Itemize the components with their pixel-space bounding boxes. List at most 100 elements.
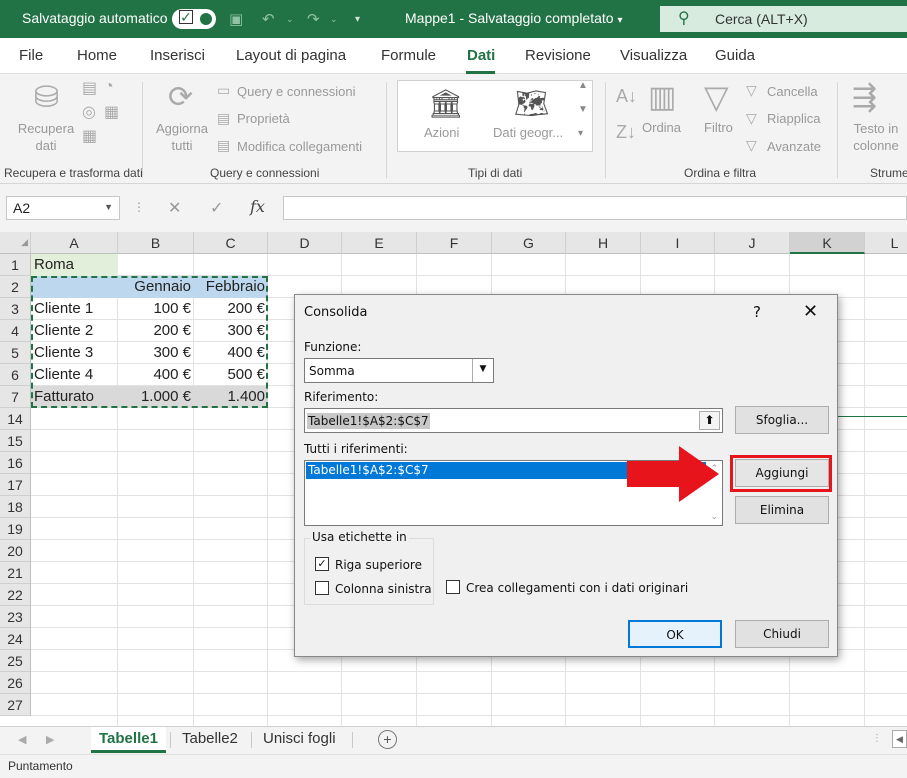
customize-toolbar-icon[interactable]: ▾ <box>355 14 360 25</box>
column-header-b[interactable]: B <box>118 232 194 254</box>
column-header-c[interactable]: C <box>194 232 268 254</box>
riferimento-input[interactable]: Tabelle1!$A$2:$C$7 ⬆ <box>304 408 723 433</box>
sheet-tab-unisci-fogli[interactable]: Unisci fogli <box>255 727 344 753</box>
riapplica-button[interactable]: Riapplica <box>767 111 820 126</box>
row-header-23[interactable]: 23 <box>0 606 31 628</box>
column-header-k[interactable]: K <box>790 232 865 254</box>
row-header-25[interactable]: 25 <box>0 650 31 672</box>
tab-inserisci[interactable]: Inserisci <box>150 47 205 64</box>
proprieta-button[interactable]: Proprietà <box>237 111 290 126</box>
dati-geografici-button[interactable]: Dati geogr... <box>493 125 563 140</box>
riga-superiore-label[interactable]: Riga superiore <box>335 558 422 572</box>
row-header-16[interactable]: 16 <box>0 452 31 474</box>
azioni-button[interactable]: Azioni <box>424 125 459 140</box>
sheet-tab-tabelle2[interactable]: Tabelle2 <box>174 727 246 753</box>
sort-az-icon[interactable]: A↓ <box>616 86 637 107</box>
tab-guida[interactable]: Guida <box>715 47 755 64</box>
select-all-corner[interactable]: ◢ <box>0 232 31 254</box>
query-connessioni-button[interactable]: Query e connessioni <box>237 84 356 99</box>
row-header-20[interactable]: 20 <box>0 540 31 562</box>
testo-colonne-button[interactable]: Testo in colonne <box>846 120 906 154</box>
cell-A1[interactable]: Roma <box>31 254 118 276</box>
sfoglia-button[interactable]: Sfoglia... <box>735 406 829 434</box>
more-options-icon[interactable]: ⋮ <box>133 200 145 214</box>
column-header-a[interactable]: A <box>31 232 118 254</box>
row-header-24[interactable]: 24 <box>0 628 31 650</box>
row-header-27[interactable]: 27 <box>0 694 31 716</box>
row-header-22[interactable]: 22 <box>0 584 31 606</box>
name-box[interactable]: A2 ▼ <box>6 196 120 220</box>
tab-visualizza[interactable]: Visualizza <box>620 47 687 64</box>
insert-function-icon[interactable]: fx <box>250 197 265 216</box>
tab-revisione[interactable]: Revisione <box>525 47 591 64</box>
row-header-19[interactable]: 19 <box>0 518 31 540</box>
document-title[interactable]: Mappe1 - Salvataggio completato ▾ <box>405 10 623 26</box>
enter-icon[interactable]: ✓ <box>210 198 223 218</box>
redo-dropdown-icon[interactable]: ⌄ <box>330 14 338 25</box>
avanzate-button[interactable]: Avanzate <box>767 139 821 154</box>
row-header-1[interactable]: 1 <box>0 254 31 276</box>
save-icon[interactable]: ▣ <box>229 10 243 28</box>
tab-dati[interactable]: Dati <box>467 47 495 64</box>
chiudi-button[interactable]: Chiudi <box>735 620 829 648</box>
tab-layout[interactable]: Layout di pagina <box>236 47 346 64</box>
chevron-down-icon[interactable]: ▼ <box>472 359 493 382</box>
column-header-f[interactable]: F <box>417 232 492 254</box>
undo-dropdown-icon[interactable]: ⌄ <box>286 14 294 25</box>
row-header-5[interactable]: 5 <box>0 342 31 364</box>
row-header-4[interactable]: 4 <box>0 320 31 342</box>
gallery-more-icon[interactable]: ▾ <box>578 128 583 139</box>
cancel-icon[interactable]: ✕ <box>168 198 181 218</box>
row-header-6[interactable]: 6 <box>0 364 31 386</box>
column-header-h[interactable]: H <box>566 232 641 254</box>
chevron-down-icon[interactable]: ▼ <box>104 202 113 212</box>
column-header-g[interactable]: G <box>492 232 566 254</box>
gallery-down-icon[interactable]: ▼ <box>578 104 588 115</box>
ok-button[interactable]: OK <box>628 620 722 648</box>
riga-superiore-checkbox[interactable]: ✓ <box>315 557 329 571</box>
row-header-3[interactable]: 3 <box>0 298 31 320</box>
gallery-up-icon[interactable]: ▲ <box>578 80 588 91</box>
colonna-sinistra-checkbox[interactable] <box>315 581 329 595</box>
tab-formule[interactable]: Formule <box>381 47 436 64</box>
recupera-dati-button[interactable]: Recupera dati <box>14 120 78 154</box>
tab-home[interactable]: Home <box>77 47 117 64</box>
sheet-tab-tabelle1[interactable]: Tabelle1 <box>91 727 166 753</box>
elimina-button[interactable]: Elimina <box>735 496 829 524</box>
row-header-21[interactable]: 21 <box>0 562 31 584</box>
existing-connections-icon[interactable]: ▦ <box>82 126 97 146</box>
next-sheet-icon[interactable]: ▶ <box>46 733 54 746</box>
column-header-j[interactable]: J <box>715 232 790 254</box>
filtro-button[interactable]: Filtro <box>704 120 733 135</box>
row-header-18[interactable]: 18 <box>0 496 31 518</box>
autosave-toggle[interactable]: ✓ <box>172 9 216 29</box>
colonna-sinistra-label[interactable]: Colonna sinistra <box>335 582 432 596</box>
hscroll-left-icon[interactable]: ◀ <box>892 730 907 748</box>
collapse-dialog-icon[interactable]: ⬆ <box>699 411 720 430</box>
formula-input[interactable] <box>283 196 907 220</box>
undo-icon[interactable]: ↶ <box>262 10 275 28</box>
crea-collegamenti-checkbox[interactable] <box>446 580 460 594</box>
row-header-26[interactable]: 26 <box>0 672 31 694</box>
crea-collegamenti-label[interactable]: Crea collegamenti con i dati originari <box>466 581 688 595</box>
column-header-i[interactable]: I <box>641 232 715 254</box>
row-header-2[interactable]: 2 <box>0 276 31 298</box>
from-web-icon[interactable]: ◔ <box>104 78 114 96</box>
aggiorna-tutti-button[interactable]: Aggiorna tutti <box>150 120 214 154</box>
ordina-button[interactable]: Ordina <box>642 120 681 135</box>
tab-file[interactable]: File <box>19 47 43 64</box>
scroll-down-icon[interactable]: ⌄ <box>710 512 718 522</box>
help-icon[interactable]: ? <box>753 303 761 321</box>
redo-icon[interactable]: ↷ <box>307 10 320 28</box>
sort-za-icon[interactable]: Z↓ <box>616 122 636 143</box>
aggiungi-button[interactable]: Aggiungi <box>735 459 829 487</box>
prev-sheet-icon[interactable]: ◀ <box>18 733 26 746</box>
recent-sources-icon[interactable]: ▦ <box>104 102 119 122</box>
from-table-icon[interactable]: ◎ <box>82 102 96 122</box>
row-header-7[interactable]: 7 <box>0 386 31 408</box>
funzione-select[interactable]: Somma ▼ <box>304 358 494 383</box>
close-icon[interactable]: ✕ <box>803 301 818 322</box>
row-header-14[interactable]: 14 <box>0 408 31 430</box>
from-text-icon[interactable]: ▤ <box>82 78 97 98</box>
row-header-17[interactable]: 17 <box>0 474 31 496</box>
